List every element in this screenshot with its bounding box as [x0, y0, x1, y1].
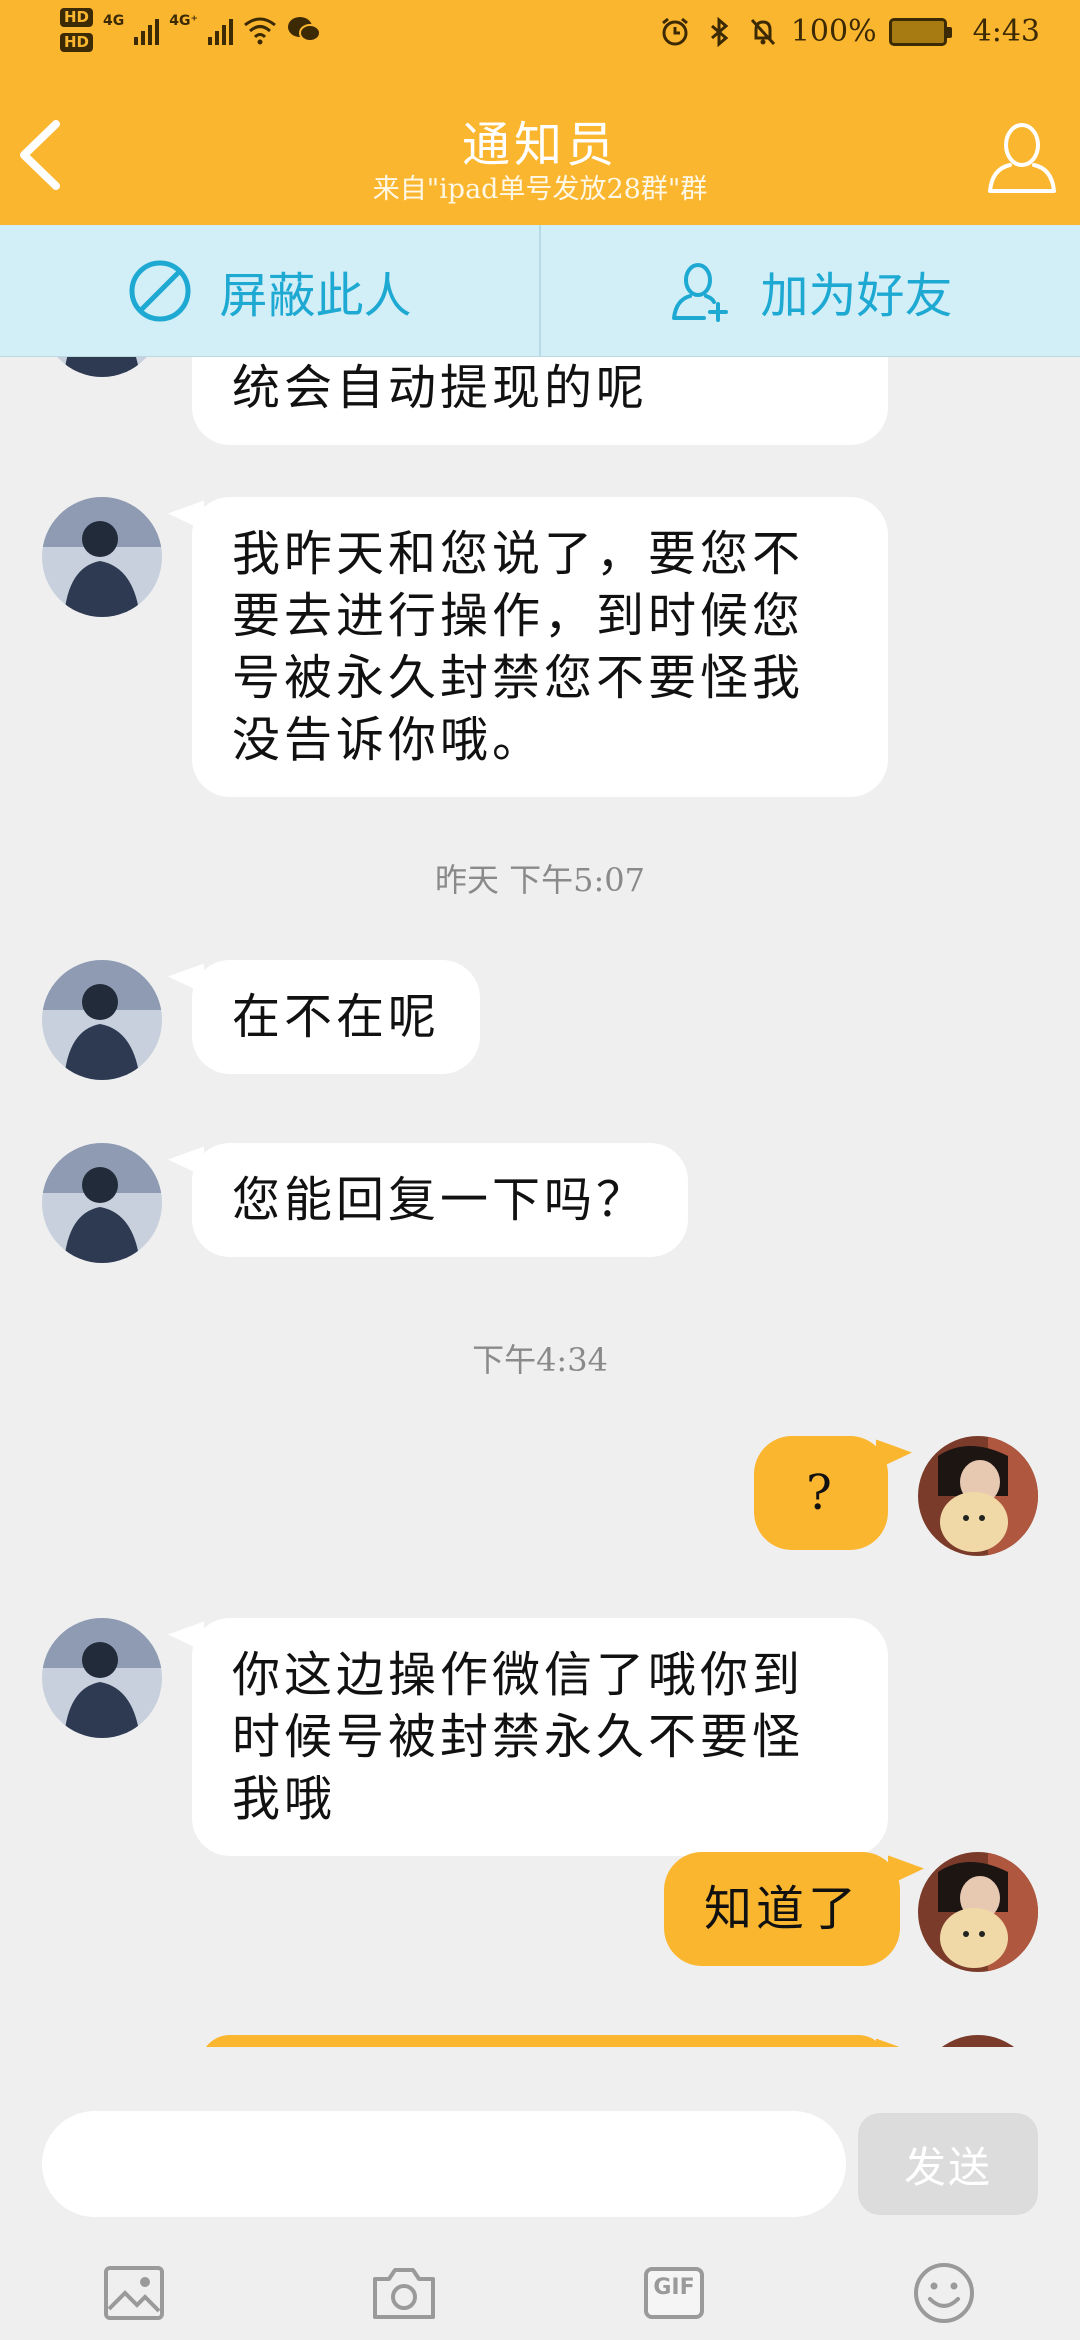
message-bubble[interactable]: 统会自动提现的呢: [192, 357, 888, 445]
message-bubble[interactable]: 你这边操作微信了哦你到时候号被封禁永久不要怪我哦: [192, 1618, 888, 1856]
contact-avatar-image: [42, 960, 162, 1080]
message-text: 在不在呢: [232, 989, 441, 1045]
signal-2-icon: [207, 15, 233, 45]
contact-avatar-image: [42, 357, 162, 377]
message-bubble[interactable]: ?: [754, 1436, 888, 1550]
page-title: 通知员: [461, 117, 618, 173]
camera-button[interactable]: [368, 2257, 440, 2329]
message-input[interactable]: [42, 2111, 846, 2217]
message-text: 统会自动提现的呢: [232, 360, 649, 416]
block-user-button[interactable]: 屏蔽此人: [0, 225, 539, 356]
mute-icon: [750, 18, 775, 45]
contact-avatar[interactable]: [42, 1143, 162, 1263]
camera-icon: [373, 2268, 435, 2319]
message-timestamp: 下午4:34: [472, 1341, 608, 1379]
block-icon: [129, 260, 191, 321]
hd1-badge: HD: [60, 8, 94, 27]
contact-avatar[interactable]: [42, 497, 162, 617]
battery-percent: 100%: [790, 14, 877, 49]
status-time: 4:43: [972, 14, 1040, 49]
contact-avatar[interactable]: [42, 357, 162, 377]
contact-avatar-image: [42, 497, 162, 617]
contact-avatar-image: [42, 1618, 162, 1738]
message-text: 你这边操作微信了哦你到时候号被封禁永久不要怪我哦: [232, 1647, 805, 1827]
contact-avatar-image: [42, 1143, 162, 1263]
person-icon: [988, 123, 1056, 193]
image-button[interactable]: [98, 2257, 170, 2329]
network-type-2: 4G⁺: [169, 13, 198, 29]
contact-avatar[interactable]: [42, 960, 162, 1080]
message-bubble[interactable]: 在不在呢: [192, 960, 481, 1074]
message-list[interactable]: 统会自动提现的呢 我昨天和您说了，要您不要去进行操作，到时候您号被永久封禁您不要…: [0, 357, 1080, 2047]
gif-label: GIF: [653, 2275, 695, 2300]
compose-bar: 发送 GIF: [0, 2047, 1080, 2340]
chat-header: 通知员 来自"ipad单号发放28群"群: [0, 75, 1080, 225]
tool-row: GIF: [0, 2235, 1080, 2335]
status-bar: HD HD 4G 4G⁺ 100% 4:43: [0, 0, 1080, 75]
message-text: 我昨天和您说了，要您不要去进行操作，到时候您号被永久封禁您不要怪我没告诉你哦。: [232, 526, 805, 768]
alarm-icon: [661, 17, 688, 45]
message-timestamp: 昨天 下午5:07: [434, 861, 646, 899]
smiley-icon: [914, 2263, 974, 2323]
user-avatar-partial[interactable]: [918, 2035, 1038, 2047]
hd2-badge: HD: [60, 33, 94, 52]
image-icon: [104, 2266, 164, 2320]
page-subtitle: 来自"ipad单号发放28群"群: [372, 174, 708, 205]
gif-button[interactable]: GIF: [638, 2257, 710, 2329]
battery-icon: [888, 17, 952, 46]
contact-avatar[interactable]: [42, 1618, 162, 1738]
message-bubble-partial[interactable]: [200, 2035, 888, 2047]
message-text: ?: [806, 1465, 836, 1521]
bluetooth-icon: [710, 16, 729, 47]
network-type-1: 4G: [103, 13, 125, 29]
wifi-icon: [243, 17, 276, 45]
send-button[interactable]: 发送: [858, 2113, 1038, 2215]
message-text: 知道了: [704, 1881, 861, 1937]
add-friend-label: 加为好友: [760, 267, 953, 324]
signal-1-icon: [134, 15, 160, 45]
message-bubble[interactable]: 您能回复一下吗？: [192, 1143, 689, 1257]
emoji-button[interactable]: [908, 2257, 980, 2329]
message-bubble[interactable]: 我昨天和您说了，要您不要去进行操作，到时候您号被永久封禁您不要怪我没告诉你哦。: [192, 497, 888, 797]
block-user-label: 屏蔽此人: [219, 267, 412, 324]
profile-button[interactable]: [982, 117, 1062, 197]
action-bar: 屏蔽此人 加为好友: [0, 225, 1080, 357]
user-avatar-image: [918, 1436, 1038, 1556]
wechat-icon: [287, 17, 321, 42]
add-friend-button[interactable]: 加为好友: [539, 225, 1080, 356]
message-text: 您能回复一下吗？: [232, 1172, 649, 1228]
add-friend-icon: [672, 262, 729, 322]
user-avatar[interactable]: [918, 1436, 1038, 1556]
message-bubble[interactable]: 知道了: [664, 1852, 901, 1966]
user-avatar-image: [918, 1852, 1038, 1972]
user-avatar[interactable]: [918, 1852, 1038, 1972]
